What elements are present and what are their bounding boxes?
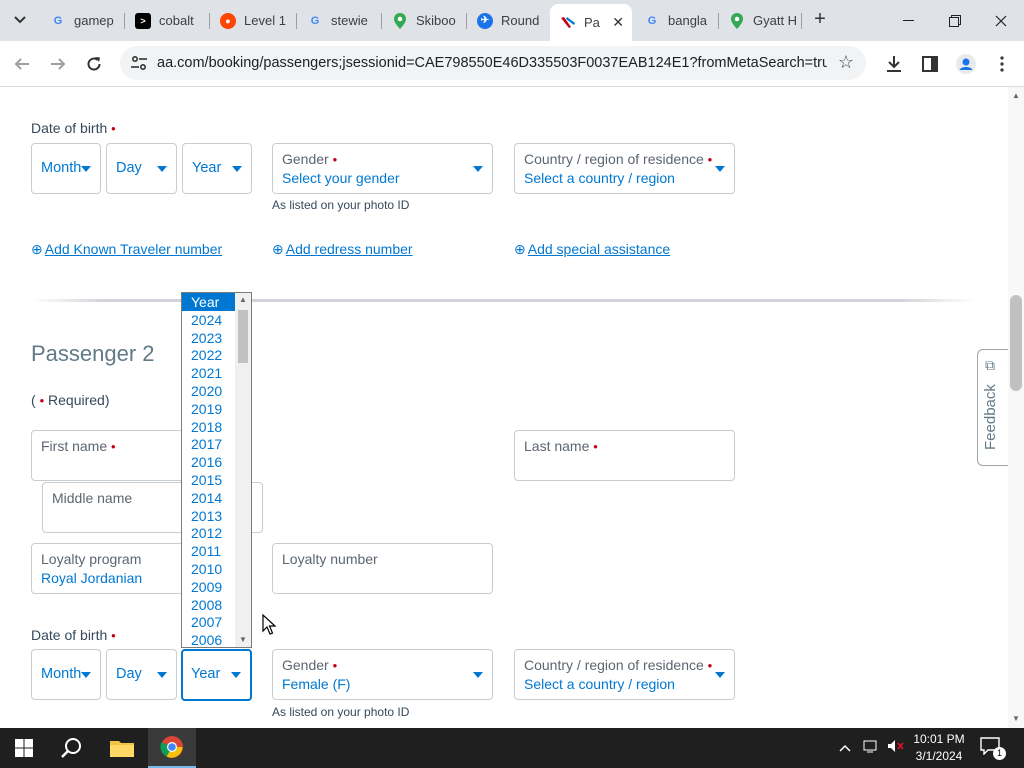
add-known-traveler-link[interactable]: ⊕ Add Known Traveler number (31, 241, 222, 258)
bookmark-star-icon[interactable]: ☆ (838, 52, 854, 73)
network-icon[interactable] (863, 739, 879, 756)
new-tab-plus-icon[interactable]: + (808, 8, 832, 32)
tab-gyatt[interactable]: Gyatt H (719, 6, 801, 35)
reddit-icon: ● (220, 12, 236, 29)
google-icon: G (310, 14, 320, 27)
restore-icon[interactable] (932, 0, 978, 41)
p2-gender-hint: As listed on your photo ID (272, 705, 410, 719)
p1-day-select[interactable]: Day (106, 143, 177, 194)
google-icon: G (647, 14, 657, 27)
address-bar[interactable]: aa.com/booking/passengers;jsessionid=CAE… (120, 46, 866, 80)
more-menu-icon[interactable] (989, 51, 1015, 77)
p1-gender-hint: As listed on your photo ID (272, 198, 410, 212)
mouse-cursor-icon (262, 614, 276, 635)
close-tab-icon[interactable]: ✕ (612, 14, 624, 31)
loyalty-number-input[interactable]: Loyalty number (272, 543, 493, 594)
minimize-icon[interactable] (886, 0, 932, 41)
scroll-up-arrow-icon[interactable]: ▲ (239, 295, 247, 304)
url-text: aa.com/booking/passengers;jsessionid=CAE… (157, 55, 827, 71)
page-scroll-down-icon[interactable]: ▼ (1012, 714, 1020, 723)
p1-dob-label: Date of birth • (31, 120, 116, 136)
last-name-input[interactable]: Last name • (514, 430, 735, 481)
tab-passengers-active[interactable]: Pa ✕ (550, 4, 632, 41)
p1-year-select[interactable]: Year (182, 143, 252, 194)
tab-skiboo[interactable]: Skiboo (382, 6, 466, 35)
passenger-2-heading: Passenger 2 (31, 341, 155, 366)
terminal-icon: > (135, 12, 151, 29)
tab-search-chevron-icon[interactable] (8, 8, 32, 32)
notifications-icon[interactable]: 1 (980, 737, 1006, 760)
windows-start-icon[interactable] (0, 728, 48, 768)
dropdown-caret-icon (473, 165, 483, 172)
forward-arrow-icon[interactable] (45, 51, 71, 77)
p1-month-select[interactable]: Month (31, 143, 101, 194)
page-scroll-up-icon[interactable]: ▲ (1012, 91, 1020, 100)
p2-country-select[interactable]: Country / region of residence • Select a… (514, 649, 735, 700)
p2-year-select-focused[interactable]: Year (181, 649, 252, 701)
add-special-assistance-link[interactable]: ⊕ Add special assistance (514, 241, 670, 258)
tab-level1[interactable]: ● Level 1 (210, 6, 296, 35)
maps-pin-icon (392, 12, 408, 29)
plus-circle-icon: ⊕ (31, 241, 43, 257)
dropdown-caret-icon (81, 671, 91, 678)
google-icon: G (53, 14, 63, 27)
p2-month-select[interactable]: Month (31, 649, 101, 700)
side-panel-icon[interactable] (917, 51, 943, 77)
site-settings-icon[interactable] (130, 54, 148, 72)
browser-toolbar: aa.com/booking/passengers;jsessionid=CAE… (0, 41, 1024, 87)
dropdown-caret-icon (231, 672, 241, 678)
download-icon[interactable] (881, 51, 907, 77)
required-note: ( • Required) (31, 392, 110, 408)
tab-gamep[interactable]: G gamep (40, 6, 124, 35)
dropdown-caret-icon (715, 165, 725, 172)
p1-gender-select[interactable]: Gender • Select your gender (272, 143, 493, 194)
dropdown-caret-icon (715, 671, 725, 678)
dropdown-scroll-thumb[interactable] (238, 310, 248, 363)
scroll-down-arrow-icon[interactable]: ▼ (239, 635, 247, 644)
tray-chevron-up-icon[interactable] (839, 740, 851, 755)
reload-icon[interactable] (81, 51, 107, 77)
close-window-icon[interactable] (978, 0, 1024, 41)
tab-stewie[interactable]: G stewie (297, 6, 381, 35)
plus-circle-icon: ⊕ (272, 241, 284, 257)
p1-country-select[interactable]: Country / region of residence • Select a… (514, 143, 735, 194)
section-divider (30, 299, 976, 302)
p2-gender-select[interactable]: Gender • Female (F) (272, 649, 493, 700)
aa-logo-icon (560, 15, 576, 31)
tab-round[interactable]: ✈ Round (467, 6, 551, 35)
browser-tab-bar: G gamep > cobalt ● Level 1 G stewie Skib… (0, 0, 1024, 41)
feedback-icon: ⧉ (985, 357, 995, 373)
tab-cobalt[interactable]: > cobalt (125, 6, 209, 35)
dropdown-caret-icon (81, 165, 91, 172)
page-viewport: Date of birth • Month Day Year Gender • … (0, 87, 1008, 728)
p2-day-select[interactable]: Day (106, 649, 177, 700)
back-arrow-icon[interactable] (9, 51, 35, 77)
page-scroll-thumb[interactable] (1010, 295, 1022, 391)
maps-pin-icon (729, 12, 745, 29)
volume-muted-icon[interactable] (887, 739, 905, 756)
p2-dob-label: Date of birth • (31, 627, 116, 643)
page-scrollbar[interactable]: ▲ ▼ (1008, 87, 1024, 728)
dropdown-caret-icon (232, 165, 242, 172)
dropdown-caret-icon (473, 671, 483, 678)
dropdown-caret-icon (157, 165, 167, 172)
tab-bangla[interactable]: G bangla (634, 6, 718, 35)
search-icon[interactable] (48, 728, 96, 768)
feedback-tab[interactable]: ⧉ Feedback (977, 349, 1008, 466)
profile-avatar-icon[interactable] (953, 51, 979, 77)
plane-icon: ✈ (477, 12, 493, 29)
add-redress-link[interactable]: ⊕ Add redress number (272, 241, 413, 258)
plus-circle-icon: ⊕ (514, 241, 526, 257)
year-dropdown-list[interactable]: Year 2024 2023 2022 2021 2020 2019 2018 2017 2016… (181, 292, 252, 648)
chrome-taskbar-icon[interactable] (148, 728, 196, 768)
windows-taskbar: 10:01 PM 3/1/2024 1 (0, 728, 1024, 768)
system-clock[interactable]: 10:01 PM 3/1/2024 (906, 731, 972, 765)
dropdown-scrollbar[interactable]: ▲ ▼ (235, 293, 251, 647)
dropdown-caret-icon (157, 671, 167, 678)
file-explorer-icon[interactable] (98, 728, 146, 768)
